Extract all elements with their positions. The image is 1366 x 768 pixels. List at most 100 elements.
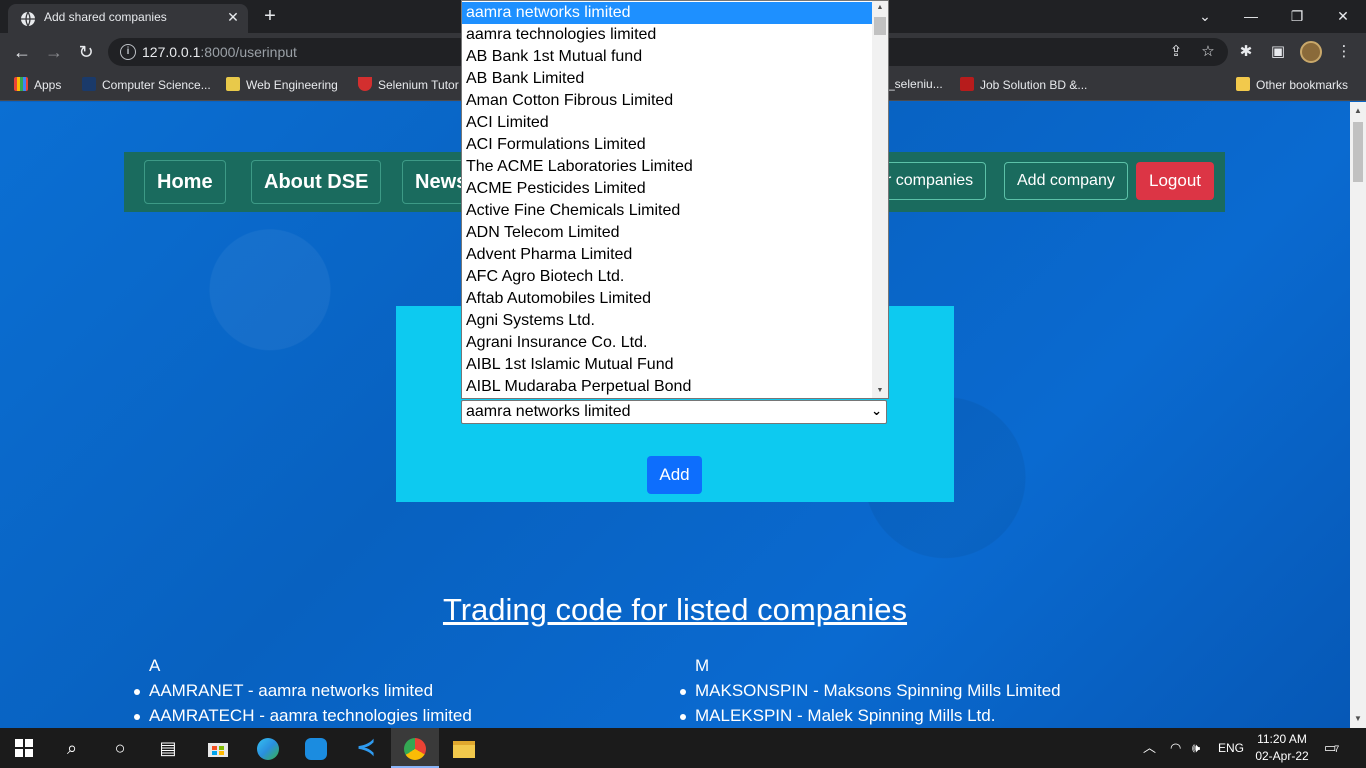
- letter-heading: A: [149, 656, 161, 675]
- extensions-icon[interactable]: ✱: [1236, 42, 1256, 62]
- browser-tab[interactable]: Add shared companies ✕: [8, 4, 248, 33]
- scroll-up-icon[interactable]: ▲: [1350, 104, 1366, 118]
- menu-icon[interactable]: ⋮: [1334, 42, 1354, 62]
- dropdown-option[interactable]: AIBL Mudaraba Perpetual Bond: [462, 376, 872, 398]
- bookmark-label: Selenium Tutor: [378, 78, 459, 92]
- dropdown-option[interactable]: Aftab Automobiles Limited: [462, 288, 872, 310]
- bookmark-apps[interactable]: Apps: [14, 77, 61, 92]
- windows-logo-icon: [15, 739, 33, 757]
- dropdown-option[interactable]: The ACME Laboratories Limited: [462, 156, 872, 178]
- share-icon[interactable]: ⇪: [1166, 42, 1186, 62]
- bookmark-star-icon[interactable]: ☆: [1198, 42, 1218, 62]
- dropdown-option[interactable]: ACI Limited: [462, 112, 872, 134]
- volume-icon[interactable]: 🕪: [1192, 728, 1200, 768]
- dropdown-option[interactable]: AB Bank 1st Mutual fund: [462, 46, 872, 68]
- new-tab-button[interactable]: +: [258, 6, 282, 28]
- folder-icon: [453, 741, 475, 758]
- start-icon[interactable]: [0, 728, 48, 768]
- notification-count: 7: [1334, 744, 1340, 754]
- reload-icon[interactable]: ↻: [74, 41, 98, 63]
- restore-icon[interactable]: ❐: [1284, 5, 1310, 27]
- page-scrollbar[interactable]: ▲ ▼: [1350, 102, 1366, 728]
- dropdown-option[interactable]: Agni Systems Ltd.: [462, 310, 872, 332]
- list-item: AAMRATECH - aamra technologies limited: [134, 706, 472, 725]
- notifications-icon[interactable]: ▭7: [1324, 728, 1339, 768]
- nav-home-button[interactable]: Home: [144, 160, 226, 204]
- dropdown-option[interactable]: Agrani Insurance Co. Ltd.: [462, 332, 872, 354]
- bookmark-selenium-2[interactable]: _seleniu...: [888, 77, 943, 91]
- scroll-down-icon[interactable]: ▼: [1350, 712, 1366, 726]
- scroll-thumb[interactable]: [1353, 122, 1363, 182]
- dropdown-option[interactable]: aamra networks limited: [462, 2, 872, 24]
- close-window-icon[interactable]: ✕: [1330, 5, 1356, 27]
- url-host: 127.0.0.1: [142, 44, 201, 60]
- bookmark-label: Other bookmarks: [1256, 78, 1349, 92]
- bookmark-label: _seleniu...: [888, 77, 943, 91]
- logout-button[interactable]: Logout: [1136, 162, 1214, 200]
- chrome-taskbar-icon[interactable]: [391, 728, 439, 768]
- dropdown-option[interactable]: Aman Cotton Fibrous Limited: [462, 90, 872, 112]
- search-icon[interactable]: ⌕: [48, 728, 96, 768]
- bookmark-label: Apps: [34, 78, 62, 92]
- store-icon[interactable]: [194, 728, 242, 768]
- listing-column-a: A AAMRANET - aamra networks limited AAMR…: [134, 656, 472, 728]
- dropdown-option[interactable]: Advent Pharma Limited: [462, 244, 872, 266]
- bookmark-job-solution[interactable]: Job Solution BD &...: [960, 77, 1087, 92]
- app-icon[interactable]: [292, 728, 340, 768]
- bookmark-other[interactable]: Other bookmarks: [1236, 77, 1348, 92]
- nav-about-button[interactable]: About DSE: [251, 160, 382, 204]
- dropdown-option[interactable]: ADN Telecom Limited: [462, 222, 872, 244]
- site-favicon-icon: [358, 77, 372, 91]
- bookmark-label: Web Engineering: [246, 78, 338, 92]
- list-item: AAMRANET - aamra networks limited: [134, 681, 472, 701]
- bookmark-label: Job Solution BD &...: [980, 78, 1088, 92]
- windows-taskbar: ⌕ ○ ▤ ≺ ︿ ◠ 🕪 ENG 11:20 AM 02-Apr-22 ▭7: [0, 728, 1366, 768]
- bookmark-web-engineering[interactable]: Web Engineering: [226, 77, 338, 92]
- tab-search-icon[interactable]: ⌄: [1192, 5, 1218, 27]
- site-info-icon[interactable]: i: [120, 44, 136, 60]
- bookmark-computer-science[interactable]: Computer Science...: [82, 77, 211, 92]
- task-view-icon[interactable]: ▤: [144, 728, 192, 768]
- scroll-thumb[interactable]: [874, 17, 886, 35]
- section-title: Trading code for listed companies: [442, 592, 908, 627]
- cortana-icon[interactable]: ○: [96, 728, 144, 768]
- clock-time: 11:20 AM: [1257, 732, 1307, 746]
- scroll-down-icon[interactable]: ▼: [872, 384, 888, 398]
- add-button[interactable]: Add: [647, 456, 702, 494]
- forward-icon[interactable]: →: [42, 41, 66, 63]
- dropdown-option[interactable]: Active Fine Chemicals Limited: [462, 200, 872, 222]
- select-value: aamra networks limited: [466, 403, 631, 420]
- nav-add-company-button[interactable]: Add company: [1004, 162, 1128, 200]
- apps-grid-icon: [14, 77, 28, 91]
- dropdown-option[interactable]: AFC Agro Biotech Ltd.: [462, 266, 872, 288]
- edge-icon[interactable]: [244, 728, 292, 768]
- taskbar-clock[interactable]: 11:20 AM 02-Apr-22: [1252, 731, 1312, 765]
- clock-date: 02-Apr-22: [1255, 749, 1309, 763]
- side-panel-icon[interactable]: ▣: [1268, 42, 1288, 62]
- dropdown-option[interactable]: ACME Pesticides Limited: [462, 178, 872, 200]
- bookmark-selenium[interactable]: Selenium Tutor: [358, 77, 459, 92]
- dropdown-option[interactable]: ACI Formulations Limited: [462, 134, 872, 156]
- profile-avatar[interactable]: [1300, 41, 1322, 63]
- scroll-up-icon[interactable]: ▲: [872, 1, 888, 15]
- file-explorer-icon[interactable]: [440, 728, 488, 768]
- back-icon[interactable]: ←: [10, 41, 34, 63]
- company-dropdown-list[interactable]: aamra networks limited aamra technologie…: [461, 0, 889, 399]
- edge-logo: [257, 738, 279, 760]
- dropdown-option[interactable]: AB Bank Limited: [462, 68, 872, 90]
- company-select[interactable]: aamra networks limited ⌄: [461, 400, 887, 424]
- dropdown-option[interactable]: AIBL 1st Islamic Mutual Fund: [462, 354, 872, 376]
- tab-close-icon[interactable]: ✕: [224, 8, 242, 26]
- vscode-icon[interactable]: ≺: [342, 728, 390, 768]
- dropdown-scrollbar[interactable]: ▲ ▼: [872, 1, 888, 398]
- language-indicator[interactable]: ENG: [1218, 728, 1244, 768]
- dropdown-option[interactable]: aamra technologies limited: [462, 24, 872, 46]
- vscode-logo: ≺: [355, 734, 377, 761]
- list-item: MAKSONSPIN - Maksons Spinning Mills Limi…: [680, 681, 1061, 700]
- minimize-icon[interactable]: —: [1238, 5, 1264, 27]
- bookmark-label: Computer Science...: [102, 78, 211, 92]
- wifi-icon[interactable]: ◠: [1170, 728, 1181, 768]
- tray-chevron-icon[interactable]: ︿: [1143, 728, 1156, 768]
- url-path: :8000/userinput: [200, 44, 297, 60]
- site-favicon-icon: [960, 77, 974, 91]
